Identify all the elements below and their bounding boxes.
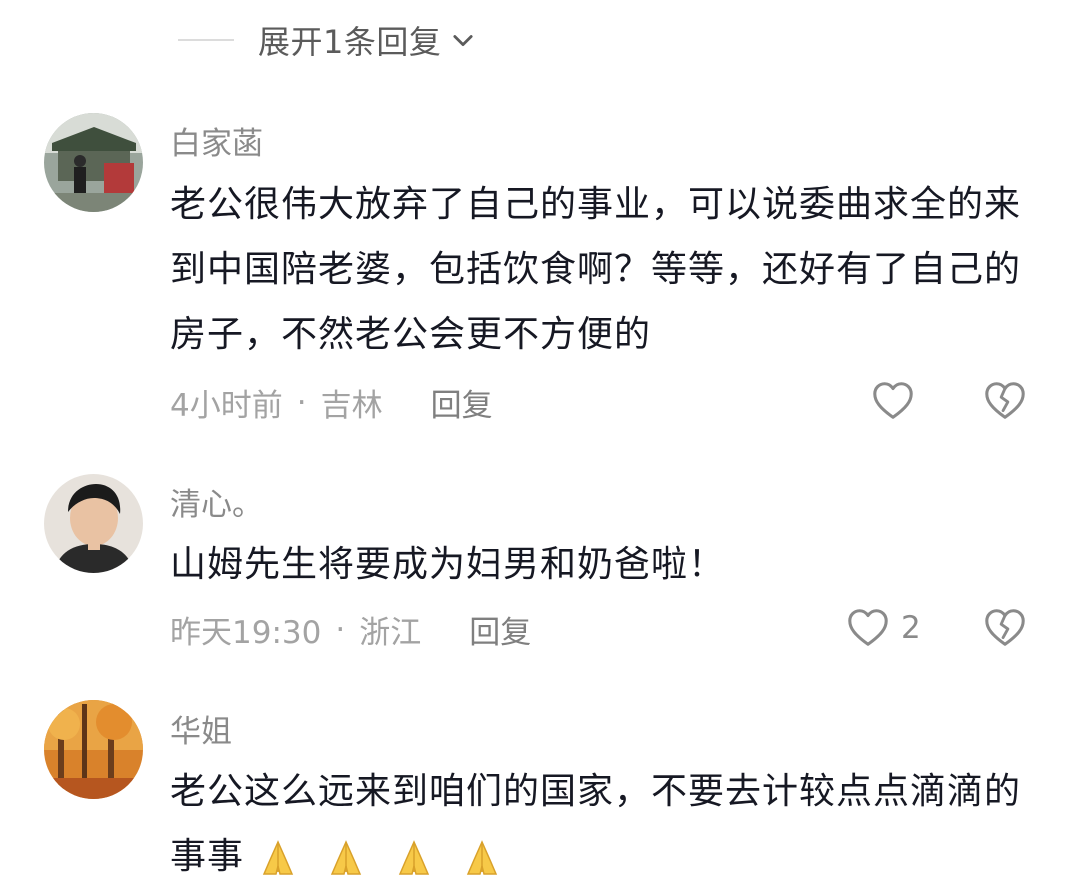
expand-replies-button[interactable]: 展开1条回复 (178, 14, 477, 66)
heart-icon (873, 382, 913, 419)
praying-hands-icon (466, 840, 498, 875)
comment-text: 老公这么远来到咱们的国家，不要去计较点点滴滴的事事 (170, 759, 1050, 889)
separator-dot: · (296, 384, 307, 421)
like-button[interactable] (870, 378, 926, 424)
comment-time: 4小时前 (170, 388, 283, 424)
like-count: 2 (901, 610, 921, 646)
praying-hands-icon (330, 840, 362, 875)
comment-author[interactable]: 清心。 (170, 479, 263, 524)
comment-author[interactable]: 华姐 (170, 706, 232, 751)
reply-button[interactable]: 回复 (431, 380, 493, 425)
avatar[interactable] (44, 700, 143, 799)
avatar[interactable] (44, 474, 143, 573)
comment-text: 山姆先生将要成为妇男和奶爸啦！ (170, 544, 726, 585)
praying-hands-icon (262, 840, 294, 875)
comment-meta: 昨天19:30 · 浙江 回复 (170, 607, 531, 652)
comment-time: 昨天19:30 (170, 615, 322, 651)
reply-button[interactable]: 回复 (469, 607, 531, 652)
broken-heart-icon[interactable] (982, 378, 1028, 424)
heart-icon (848, 609, 888, 646)
comment-author[interactable]: 白家菡 (170, 118, 263, 163)
avatar[interactable] (44, 113, 143, 212)
like-button[interactable]: 2 (845, 605, 921, 651)
expand-replies-label: 展开1条回复 (258, 23, 442, 61)
comment-location: 浙江 (359, 615, 422, 651)
divider-line (178, 39, 234, 41)
praying-hands-icon (398, 840, 430, 875)
broken-heart-icon[interactable] (982, 605, 1028, 651)
comment-location: 吉林 (320, 388, 383, 424)
chevron-down-icon (453, 35, 473, 47)
separator-dot: · (335, 611, 346, 648)
comment-meta: 4小时前 · 吉林 回复 (170, 380, 493, 425)
comment-text: 老公很伟大放弃了自己的事业，可以说委曲求全的来到中国陪老婆，包括饮食啊？等等，还… (170, 184, 1022, 355)
